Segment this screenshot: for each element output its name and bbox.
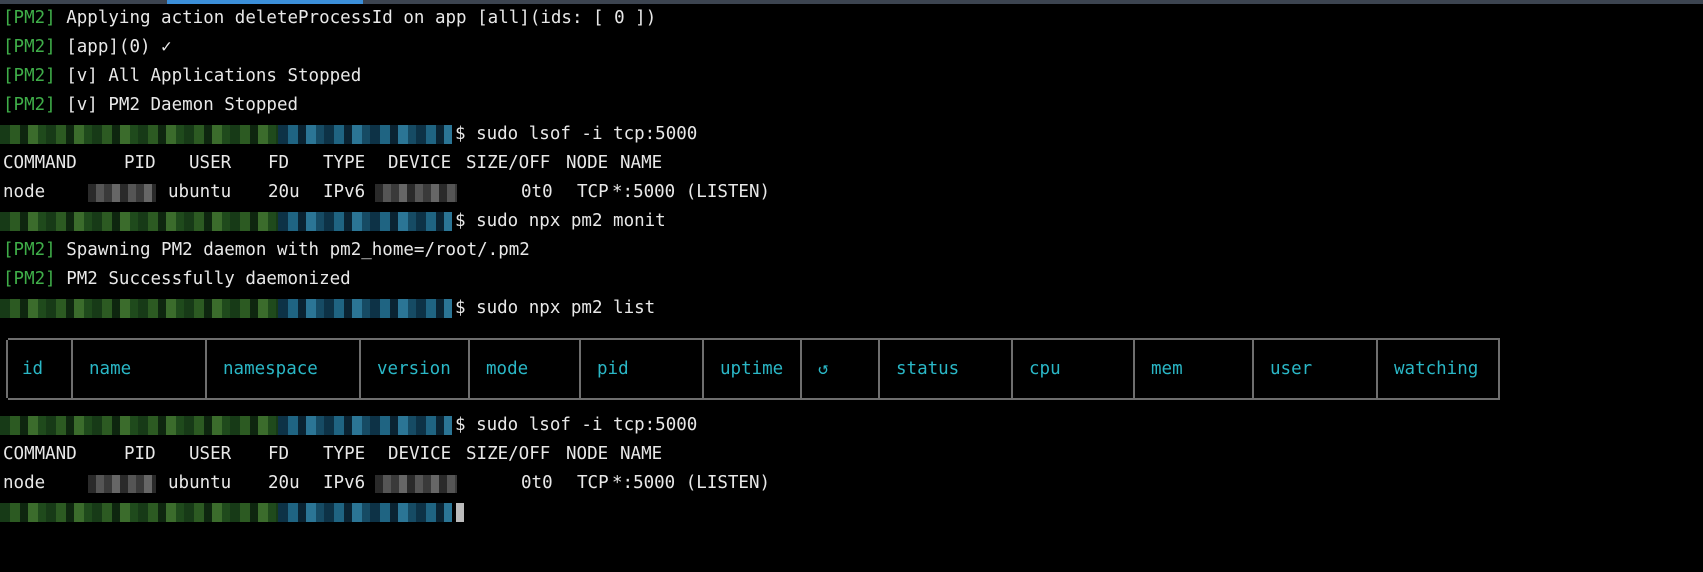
redacted-device [375,475,457,493]
output-line: [PM2] [app](0) ✓ [3,33,172,62]
redacted-pid [88,475,156,493]
line-text: PM2 Successfully daemonized [66,269,351,289]
col-header: USER [189,444,232,464]
pm2-prefix: [PM2] [3,66,56,86]
pm2-process-table: id name namespace version mode pid uptim… [6,338,1500,400]
output-line: [PM2] Spawning PM2 daemon with pm2_home=… [3,236,530,265]
command: $ sudo lsof -i tcp:5000 [455,124,698,144]
col-header-restarts: ↺ [818,359,829,379]
col-header: COMMAND [3,444,77,464]
pm2-prefix: [PM2] [3,269,56,289]
col-header: DEVICE [388,153,452,173]
col-header-pid: pid [597,359,629,379]
col-header: DEVICE [388,444,452,464]
cell: node [3,182,46,202]
output-line: [PM2] [v] All Applications Stopped [3,62,361,91]
col-header: PID [124,444,156,464]
redacted-prompt [0,411,452,440]
col-header-uptime: uptime [720,359,784,379]
output-line: [PM2] Applying action deleteProcessId on… [3,4,656,33]
redacted-prompt [0,120,452,149]
output-line: [PM2] [v] PM2 Daemon Stopped [3,91,298,120]
col-header-user: user [1270,359,1313,379]
cell: node [3,473,46,493]
table-column: name [71,340,131,398]
col-header: FD [268,153,290,173]
command: $ sudo lsof -i tcp:5000 [455,415,698,435]
table-column: namespace [205,340,318,398]
col-header-namespace: namespace [223,359,318,379]
col-header-cpu: cpu [1029,359,1061,379]
table-column: mem [1133,340,1183,398]
table-column: mode [468,340,528,398]
cell: 20u [268,182,300,202]
table-column: version [359,340,451,398]
cell: 0t0 [521,473,553,493]
line-text: [app](0) ✓ [66,37,172,57]
table-column: user [1252,340,1312,398]
col-header: SIZE/OFF [466,444,551,464]
col-header: COMMAND [3,153,77,173]
cell: TCP [577,182,609,202]
col-header-id: id [22,359,44,379]
cell: *:5000 (LISTEN) [612,473,771,493]
line-text: Spawning PM2 daemon with pm2_home=/root/… [66,240,530,260]
table-column: status [878,340,959,398]
table-column: ↺ [800,340,829,398]
col-header: TYPE [323,153,366,173]
table-column: pid [579,340,629,398]
output-line: [PM2] PM2 Successfully daemonized [3,265,351,294]
col-header: NODE [566,444,609,464]
col-header-mem: mem [1151,359,1183,379]
line-text: Applying action deleteProcessId on app [… [66,8,657,28]
redacted-pid [88,184,156,202]
redacted-prompt [0,207,452,236]
table-column: cpu [1011,340,1061,398]
col-header: NAME [620,444,663,464]
col-header: SIZE/OFF [466,153,551,173]
col-header-version: version [377,359,451,379]
col-header-name: name [89,359,132,379]
col-header: PID [124,153,156,173]
command: $ sudo npx pm2 monit [455,211,666,231]
lsof-row: node ubuntu 20u IPv6 0t0 TCP *:5000 (LIS… [0,178,800,207]
table-column: watching [1376,340,1500,398]
cell: *:5000 (LISTEN) [612,182,771,202]
cell: 20u [268,473,300,493]
redacted-prompt [0,294,452,323]
line-text: [v] PM2 Daemon Stopped [66,95,299,115]
cell: ubuntu [168,473,232,493]
col-header-status: status [896,359,960,379]
cell: ubuntu [168,182,232,202]
pm2-prefix: [PM2] [3,240,56,260]
pm2-prefix: [PM2] [3,95,56,115]
terminal-cursor[interactable] [456,503,464,522]
table-column: uptime [702,340,783,398]
col-header: TYPE [323,444,366,464]
table-column: id [6,340,43,398]
col-header-watching: watching [1394,359,1479,379]
cell: TCP [577,473,609,493]
col-header: NAME [620,153,663,173]
line-text: [v] All Applications Stopped [66,66,362,86]
pm2-prefix: [PM2] [3,8,56,28]
col-header: NODE [566,153,609,173]
command: $ sudo npx pm2 list [455,298,656,318]
col-header: USER [189,153,232,173]
cell: IPv6 [323,182,366,202]
redacted-prompt [0,498,452,527]
redacted-device [375,184,457,202]
col-header: FD [268,444,290,464]
cell: 0t0 [521,182,553,202]
pm2-prefix: [PM2] [3,37,56,57]
lsof-row: node ubuntu 20u IPv6 0t0 TCP *:5000 (LIS… [0,469,800,498]
cell: IPv6 [323,473,366,493]
col-header-mode: mode [486,359,529,379]
